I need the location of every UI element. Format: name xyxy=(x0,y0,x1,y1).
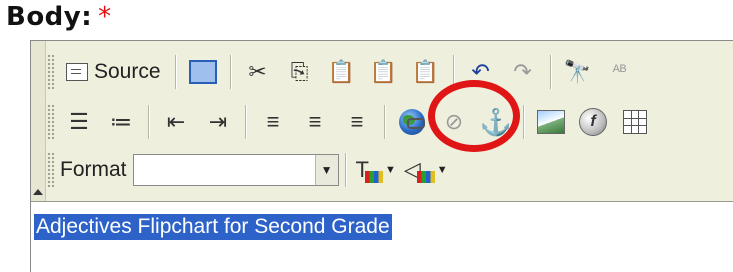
copy-icon: ⎘ xyxy=(290,59,309,84)
outdent-button[interactable]: ⇤ xyxy=(158,103,194,141)
highlight-circle xyxy=(428,80,520,152)
chevron-down-icon: ▼ xyxy=(436,164,448,176)
toolbar-separator xyxy=(549,55,551,89)
color-swatch xyxy=(364,171,383,183)
editor-toolbar: Source ✂ ⎘ 📋 📋 📋 ↶ ↷ 🔭 ᴬᴮ ☰ ≔ ⇤ ⇥ ≡ ≡ ≡ … xyxy=(31,41,733,202)
toolbar-separator xyxy=(245,105,246,139)
align-right-button[interactable]: ≡ xyxy=(339,103,375,141)
align-center-button[interactable]: ≡ xyxy=(297,103,333,141)
toolbar-grip[interactable] xyxy=(47,104,54,140)
outdent-icon: ⇤ xyxy=(166,109,186,134)
redo-button[interactable]: ↷ xyxy=(505,53,541,91)
format-label: Format xyxy=(60,158,127,181)
text-color-icon: T xyxy=(356,157,383,183)
toolbar-separator xyxy=(344,153,346,187)
table-button[interactable] xyxy=(617,103,653,141)
cut-icon: ✂ xyxy=(248,59,267,84)
chevron-down-icon: ▼ xyxy=(384,164,396,176)
source-icon xyxy=(66,63,88,81)
field-label-text: Body: xyxy=(6,2,93,32)
toolbar-separator xyxy=(384,105,385,139)
toolbar-row-2: ☰ ≔ ⇤ ⇥ ≡ ≡ ≡ ⊘ ⚓ f xyxy=(47,99,656,145)
table-icon xyxy=(623,110,647,134)
toolbar-collapse-handle[interactable] xyxy=(31,41,46,201)
toolbar-separator xyxy=(148,105,149,139)
paste-word-icon: 📋 xyxy=(411,59,440,84)
align-center-icon: ≡ xyxy=(308,109,322,134)
dropdown-arrow-icon[interactable]: ▼ xyxy=(314,155,338,185)
collapse-triangle-icon xyxy=(33,189,43,195)
numbered-list-icon: ☰ xyxy=(69,109,89,134)
paste-word-button[interactable]: 📋 xyxy=(408,53,444,91)
paste-icon: 📋 xyxy=(327,59,356,84)
bulleted-list-button[interactable]: ≔ xyxy=(103,103,139,141)
editor-content-area[interactable]: Adjectives Flipchart for Second Grade xyxy=(31,202,733,272)
background-color-button[interactable]: ◁ ▼ xyxy=(403,151,449,189)
toolbar-separator xyxy=(229,55,231,89)
indent-icon: ⇥ xyxy=(208,109,228,134)
format-select[interactable]: ▼ xyxy=(132,154,339,186)
bulleted-list-icon: ≔ xyxy=(110,109,132,134)
link-button[interactable] xyxy=(394,103,430,141)
preview-button[interactable] xyxy=(185,53,221,91)
indent-button[interactable]: ⇥ xyxy=(200,103,236,141)
required-asterisk: * xyxy=(98,2,112,32)
chain-icon xyxy=(407,118,425,129)
toolbar-grip[interactable] xyxy=(47,152,54,188)
numbered-list-button[interactable]: ☰ xyxy=(61,103,97,141)
selected-content-text[interactable]: Adjectives Flipchart for Second Grade xyxy=(34,214,392,240)
source-button[interactable]: Source xyxy=(61,53,166,91)
rich-text-editor: Source ✂ ⎘ 📋 📋 📋 ↶ ↷ 🔭 ᴬᴮ ☰ ≔ ⇤ ⇥ ≡ ≡ ≡ … xyxy=(30,40,733,272)
align-left-button[interactable]: ≡ xyxy=(255,103,291,141)
paste-text-button[interactable]: 📋 xyxy=(366,53,402,91)
image-icon xyxy=(537,110,565,134)
copy-button[interactable]: ⎘ xyxy=(282,53,318,91)
text-color-button[interactable]: T ▼ xyxy=(355,151,397,189)
toolbar-separator xyxy=(174,55,176,89)
align-right-icon: ≡ xyxy=(350,109,364,134)
cut-button[interactable]: ✂ xyxy=(240,53,276,91)
flash-icon: f xyxy=(579,108,607,136)
preview-icon xyxy=(188,60,217,84)
toolbar-row-1: Source ✂ ⎘ 📋 📋 📋 ↶ ↷ 🔭 ᴬᴮ xyxy=(47,49,641,95)
toolbar-row-3: Format ▼ T ▼ ◁ ▼ xyxy=(47,147,452,193)
replace-icon: ᴬᴮ xyxy=(612,63,627,80)
paste-text-icon: 📋 xyxy=(369,59,398,84)
background-color-icon: ◁ xyxy=(404,157,435,183)
paste-button[interactable]: 📋 xyxy=(324,53,360,91)
redo-icon: ↷ xyxy=(513,59,532,84)
color-swatch xyxy=(416,171,435,183)
field-label: Body: * xyxy=(6,2,112,32)
image-button[interactable] xyxy=(533,103,569,141)
align-left-icon: ≡ xyxy=(266,109,280,134)
find-icon: 🔭 xyxy=(563,59,592,84)
toolbar-grip[interactable] xyxy=(47,54,54,90)
find-button[interactable]: 🔭 xyxy=(560,53,596,91)
replace-button[interactable]: ᴬᴮ xyxy=(602,53,638,91)
flash-button[interactable]: f xyxy=(575,103,611,141)
toolbar-separator xyxy=(523,105,524,139)
source-button-label: Source xyxy=(94,60,161,83)
